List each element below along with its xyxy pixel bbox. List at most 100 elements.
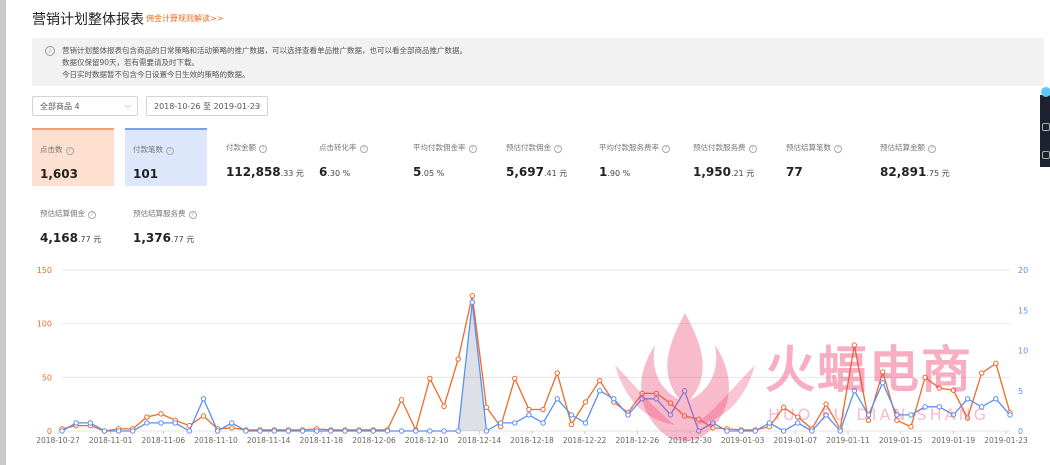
help-icon[interactable]: ? [662,145,670,153]
series-point-right [653,396,659,402]
series-point-left [158,411,164,417]
series-point-right [865,412,872,418]
series-point-left [979,370,985,376]
chevron-down-icon: ⌵ [254,101,261,110]
tool-icon[interactable] [1042,123,1050,131]
info-icon: i [45,46,55,56]
series-point-right [186,428,193,434]
help-icon[interactable]: ? [88,211,96,219]
commission-rules-link[interactable]: 佣金计算规则解读>> [146,13,223,24]
series-point-right [993,396,999,402]
series-point-right [681,388,688,394]
series-point-left [879,369,886,375]
metric-label: 点击转化率? [319,142,393,153]
help-icon[interactable]: ? [554,145,562,153]
series-point-right [73,420,79,426]
metric-suffix: .21 元 [730,169,755,178]
x-tick-label: 2019-01-19 [932,436,976,445]
series-point-right [894,412,900,418]
help-icon[interactable]: ? [166,147,174,155]
series-point-left [469,293,476,299]
series-point-right [497,420,504,426]
right-side-toolbar[interactable] [1040,87,1050,167]
metric-card: 预估结算笔数? 77 [778,128,860,186]
help-icon[interactable]: ? [188,211,197,219]
metric-label: 付款笔数? [133,144,207,155]
date-range-value: 2018-10-26 至 2019-01-23 [154,102,261,111]
series-point-right [667,412,674,418]
trend-chart: 0 50 100 150 0 5 10 15 20 2018-10-27 2018-11-01 201… [36,266,1028,445]
metric-card: 预估结算佣金? 4,168.77 元 [32,194,114,252]
series-point-left [823,401,829,407]
series-point-right [87,420,93,426]
series-point-right [214,428,221,434]
x-tick-label: 2018-12-06 [352,436,396,445]
series-point-right [427,428,433,434]
series-point-right [1007,412,1013,418]
series-point-right [370,428,376,434]
help-icon[interactable]: ? [834,145,842,153]
x-tick-label: 2018-11-18 [300,436,344,445]
series-point-right [596,388,603,394]
date-range-select[interactable]: 2018-10-26 至 2019-01-23 ⌵ [146,96,268,116]
series-point-left [710,425,716,431]
series-point-right [413,428,419,434]
x-tick-label: 2019-01-07 [774,436,818,445]
chevron-down-icon: ⌵ [124,101,131,110]
series-point-left [681,413,688,419]
series-point-right [780,428,787,434]
series-line-right [61,302,1011,433]
series-point-right [710,420,716,426]
series-point-right [540,420,546,426]
y-right-tick-label: 20 [1018,266,1028,275]
y-left-tick-label: 150 [37,266,52,275]
metric-value: 5,697.41 元 [506,165,568,179]
metric-label: 预估结算金额? [880,142,954,153]
x-tick-label: 2018-12-10 [405,436,449,445]
x-tick-label: 2018-11-10 [194,436,238,445]
series-point-right [398,428,405,434]
metric-label: 预估付款佣金? [506,142,580,153]
series-point-right [752,428,759,434]
help-icon[interactable]: ? [748,145,757,153]
help-icon[interactable]: ? [468,145,477,153]
x-tick-label: 2018-10-27 [36,436,80,445]
series-point-right [823,412,829,418]
series-point-right [908,412,914,418]
series-point-left [851,342,858,348]
series-point-left [483,404,490,411]
metric-suffix: .30 % [327,169,351,178]
peak-area [458,302,487,431]
metric-value: 6.30 % [319,165,351,179]
y-left-tick-label: 50 [42,373,52,382]
series-point-left [200,413,207,419]
metric-card: 预估付款服务费? 1,950.21 元 [685,128,767,186]
metric-value: 77 [786,165,803,179]
metric-value: 112,858.33 元 [226,165,304,179]
series-point-right [582,420,589,426]
x-tick-label: 2018-12-30 [668,436,712,445]
metric-card[interactable]: 付款笔数? 101 [125,128,207,186]
help-icon[interactable]: ? [259,145,267,153]
product-select[interactable]: 全部商品 4 ⌵ [32,96,138,116]
metric-value: 1,603 [40,167,78,181]
series-point-right [469,299,476,305]
series-point-right [130,428,136,434]
series-point-left [455,356,461,362]
message-icon[interactable] [1042,151,1050,159]
help-icon[interactable]: ? [359,145,368,153]
metric-card[interactable]: 点击数? 1,603 [32,128,114,186]
help-icon[interactable]: ? [65,147,74,155]
metric-card: 付款金额? 112,858.33 元 [218,128,304,186]
series-point-right [964,396,971,402]
x-tick-label: 2018-12-18 [510,436,554,445]
series-point-right [384,428,391,434]
series-point-left [526,406,532,413]
metric-value: 1,376.77 元 [133,231,195,245]
online-status-icon [1041,87,1050,97]
help-icon[interactable]: ? [928,145,936,153]
metric-card: 平均付款佣金率? 5.05 % [405,128,487,186]
series-point-left [398,397,405,403]
series-point-right [554,396,560,402]
series-point-right [313,428,320,434]
